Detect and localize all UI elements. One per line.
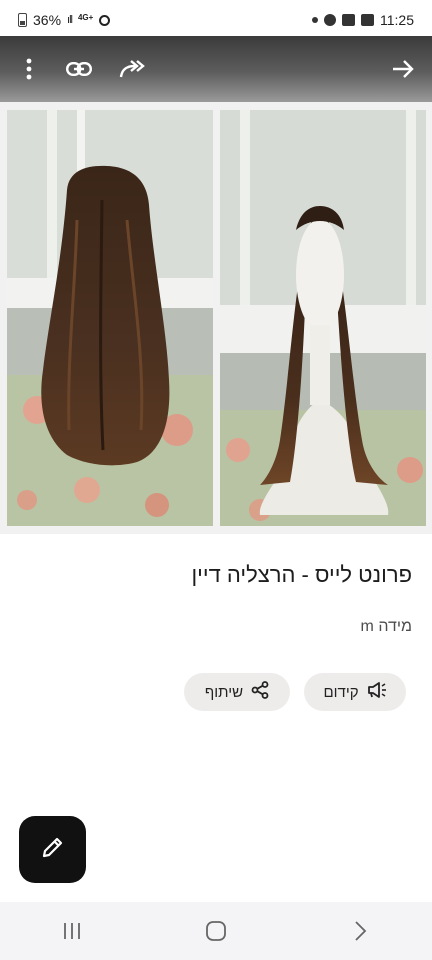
arrow-right-icon[interactable]: [386, 52, 420, 86]
status-right: 11:25: [312, 12, 414, 28]
recent-apps-icon[interactable]: [42, 911, 102, 951]
battery-percent: 36%: [33, 12, 62, 28]
link-icon[interactable]: [62, 52, 96, 86]
system-nav-bar: [0, 902, 432, 960]
post-title: פרונט לייס - הרצליה דיין: [191, 562, 412, 587]
image-toolbar: [0, 36, 432, 102]
media-icon: [342, 14, 355, 26]
wig-front-photo[interactable]: [220, 110, 426, 526]
alarm-icon: [99, 14, 111, 26]
forward-all-icon[interactable]: [116, 52, 150, 86]
network-type: 4G+: [77, 12, 94, 22]
clock: 11:25: [380, 12, 414, 28]
signal-icon: ıll: [67, 14, 73, 26]
promote-label: קידום: [323, 683, 359, 701]
photo-gallery: [0, 102, 432, 534]
megaphone-icon: [367, 682, 387, 702]
edit-fab-button[interactable]: [19, 816, 86, 883]
promote-button[interactable]: קידום: [304, 673, 406, 711]
home-icon[interactable]: [186, 911, 246, 951]
edit-pencil-icon: [41, 835, 65, 864]
battery-icon: [18, 13, 27, 27]
notification-dot-icon: [312, 17, 318, 23]
share-icon: [251, 681, 269, 703]
status-bar: 36% ıll 4G+ 11:25: [0, 0, 432, 40]
share-button[interactable]: שיתוף: [184, 673, 290, 711]
wig-back-photo[interactable]: [7, 110, 213, 526]
share-label: שיתוף: [204, 683, 244, 701]
account-icon: [324, 14, 336, 26]
status-left: 36% ıll 4G+: [18, 12, 111, 28]
back-icon[interactable]: [330, 911, 390, 951]
gallery-icon: [361, 14, 374, 26]
post-size: מידה m: [360, 618, 412, 635]
more-vert-icon[interactable]: [12, 52, 46, 86]
